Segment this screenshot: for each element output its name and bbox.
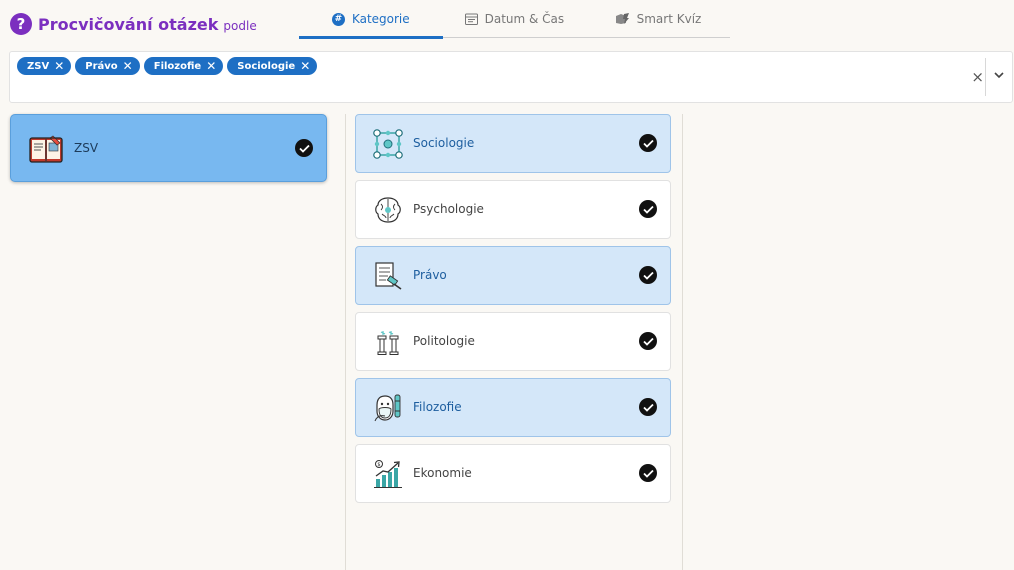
- tab-kategorie[interactable]: # Kategorie: [299, 0, 443, 39]
- main-category-zsv[interactable]: ZSV: [10, 114, 327, 182]
- page-title: Procvičování otázek: [38, 14, 219, 34]
- checkmark-icon: [639, 332, 657, 350]
- category-filozofie[interactable]: Filozofie: [355, 378, 671, 437]
- close-icon[interactable]: ✕: [54, 60, 64, 72]
- chip-pravo: Právo ✕: [75, 57, 140, 75]
- checkmark-icon: [639, 464, 657, 482]
- category-label: Právo: [413, 268, 447, 282]
- law-document-icon: [375, 262, 402, 290]
- page-title-suffix: podle: [223, 19, 257, 33]
- chip-label: Filozofie: [153, 60, 202, 72]
- help-icon[interactable]: ?: [10, 13, 32, 35]
- chip-label: Sociologie: [237, 60, 296, 72]
- tab-label: Smart Kvíz: [636, 12, 702, 26]
- category-label: Politologie: [413, 334, 475, 348]
- category-politologie[interactable]: Politologie: [355, 312, 671, 371]
- book-icon: [29, 135, 63, 163]
- close-icon[interactable]: ✕: [300, 60, 310, 72]
- close-icon[interactable]: ✕: [123, 60, 133, 72]
- chip-sociologie: Sociologie ✕: [227, 57, 318, 75]
- page-title-group: ? Procvičování otázek podle: [10, 13, 257, 35]
- category-label: Sociologie: [413, 136, 475, 150]
- tab-label: Datum & Čas: [484, 12, 565, 26]
- category-label: Filozofie: [413, 400, 462, 414]
- category-label: Psychologie: [413, 202, 484, 216]
- chevron-down-icon[interactable]: [993, 69, 1005, 81]
- brain-icon: [375, 197, 401, 223]
- checkmark-icon: [639, 200, 657, 218]
- checkmark-icon: [639, 266, 657, 284]
- category-multiselect[interactable]: ZSV ✕ Právo ✕ Filozofie ✕ Sociologie ✕ ×: [9, 51, 1013, 103]
- checkmark-icon: [639, 134, 657, 152]
- tab-datum-cas[interactable]: Datum & Čas: [443, 0, 587, 38]
- svg-text:$: $: [377, 462, 380, 468]
- chip-label: Právo: [85, 60, 118, 72]
- columns-icon: [377, 331, 399, 355]
- chip-zsv: ZSV ✕: [17, 57, 72, 75]
- tab-smart-kviz[interactable]: Smart Kvíz: [586, 0, 730, 38]
- tab-bar: # Kategorie Datum & Čas Smart Kvíz: [299, 0, 730, 39]
- category-sociologie[interactable]: Sociologie: [355, 114, 671, 173]
- chip-label: ZSV: [27, 60, 50, 72]
- header: ? Procvičování otázek podle # Kategorie …: [0, 0, 1014, 48]
- category-label: Ekonomie: [413, 466, 472, 480]
- divider: [985, 58, 986, 96]
- category-ekonomie[interactable]: $ Ekonomie: [355, 444, 671, 503]
- checkmark-icon: [639, 398, 657, 416]
- checkmark-icon: [295, 139, 313, 157]
- calendar-icon: [464, 13, 478, 25]
- selected-chips: ZSV ✕ Právo ✕ Filozofie ✕ Sociologie ✕: [17, 57, 321, 75]
- category-label: ZSV: [74, 141, 99, 155]
- category-psychologie[interactable]: Psychologie: [355, 180, 671, 239]
- philosopher-icon: [374, 394, 401, 422]
- chip-filozofie: Filozofie ✕: [143, 57, 224, 75]
- growth-chart-icon: $: [374, 460, 402, 488]
- network-icon: [373, 129, 403, 159]
- tab-label: Kategorie: [351, 12, 410, 26]
- column-divider: [682, 114, 683, 570]
- close-icon[interactable]: ✕: [206, 60, 216, 72]
- hash-icon: #: [331, 12, 345, 26]
- smart-quiz-icon: [615, 13, 630, 25]
- column-divider: [345, 114, 346, 570]
- clear-all-icon[interactable]: ×: [971, 68, 984, 86]
- category-pravo[interactable]: Právo: [355, 246, 671, 305]
